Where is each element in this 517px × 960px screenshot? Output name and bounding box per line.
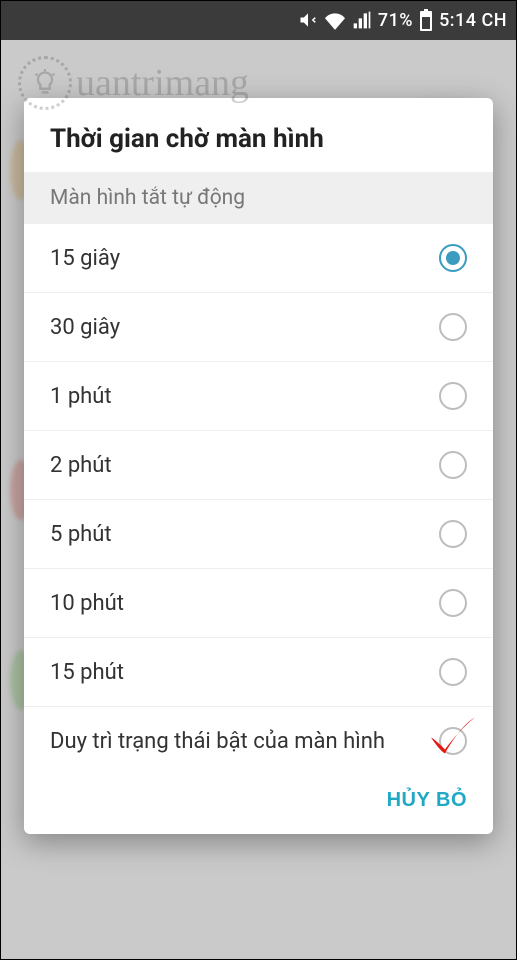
option-30s[interactable]: 30 giây xyxy=(24,293,493,362)
radio-icon xyxy=(439,727,467,755)
option-list: 15 giây 30 giây 1 phút 2 phút 5 phút 10 … xyxy=(24,224,493,775)
option-5m[interactable]: 5 phút xyxy=(24,500,493,569)
radio-icon xyxy=(439,451,467,479)
option-15s[interactable]: 15 giây xyxy=(24,224,493,293)
option-label: 15 giây xyxy=(50,246,170,271)
screen-timeout-dialog: Thời gian chờ màn hình Màn hình tắt tự đ… xyxy=(24,98,493,834)
radio-icon xyxy=(439,589,467,617)
dialog-footer: HỦY BỎ xyxy=(24,775,493,834)
wifi-icon xyxy=(324,10,346,30)
cancel-button[interactable]: HỦY BỎ xyxy=(387,789,467,812)
status-time: 5:14 CH xyxy=(439,10,507,31)
radio-icon xyxy=(439,244,467,272)
radio-icon xyxy=(439,658,467,686)
option-label: 15 phút xyxy=(50,660,174,685)
option-1m[interactable]: 1 phút xyxy=(24,362,493,431)
option-label: 2 phút xyxy=(50,453,162,478)
radio-icon xyxy=(439,313,467,341)
radio-icon xyxy=(439,520,467,548)
option-label: 5 phút xyxy=(50,522,162,547)
option-label: 30 giây xyxy=(50,315,170,340)
option-15m[interactable]: 15 phút xyxy=(24,638,493,707)
battery-percent: 71% xyxy=(378,10,413,31)
option-2m[interactable]: 2 phút xyxy=(24,431,493,500)
option-label: 10 phút xyxy=(50,591,174,616)
option-label: Duy trì trạng thái bật của màn hình xyxy=(50,729,435,754)
dialog-section-header: Màn hình tắt tự động xyxy=(24,172,493,224)
dialog-title: Thời gian chờ màn hình xyxy=(24,98,493,172)
status-bar: 71% 5:14 CH xyxy=(0,0,517,40)
volume-mute-icon xyxy=(298,10,318,30)
option-10m[interactable]: 10 phút xyxy=(24,569,493,638)
radio-icon xyxy=(439,382,467,410)
option-keep-on[interactable]: Duy trì trạng thái bật của màn hình xyxy=(24,707,493,775)
cell-signal-icon xyxy=(352,10,372,30)
option-label: 1 phút xyxy=(50,384,162,409)
battery-icon xyxy=(419,9,433,31)
